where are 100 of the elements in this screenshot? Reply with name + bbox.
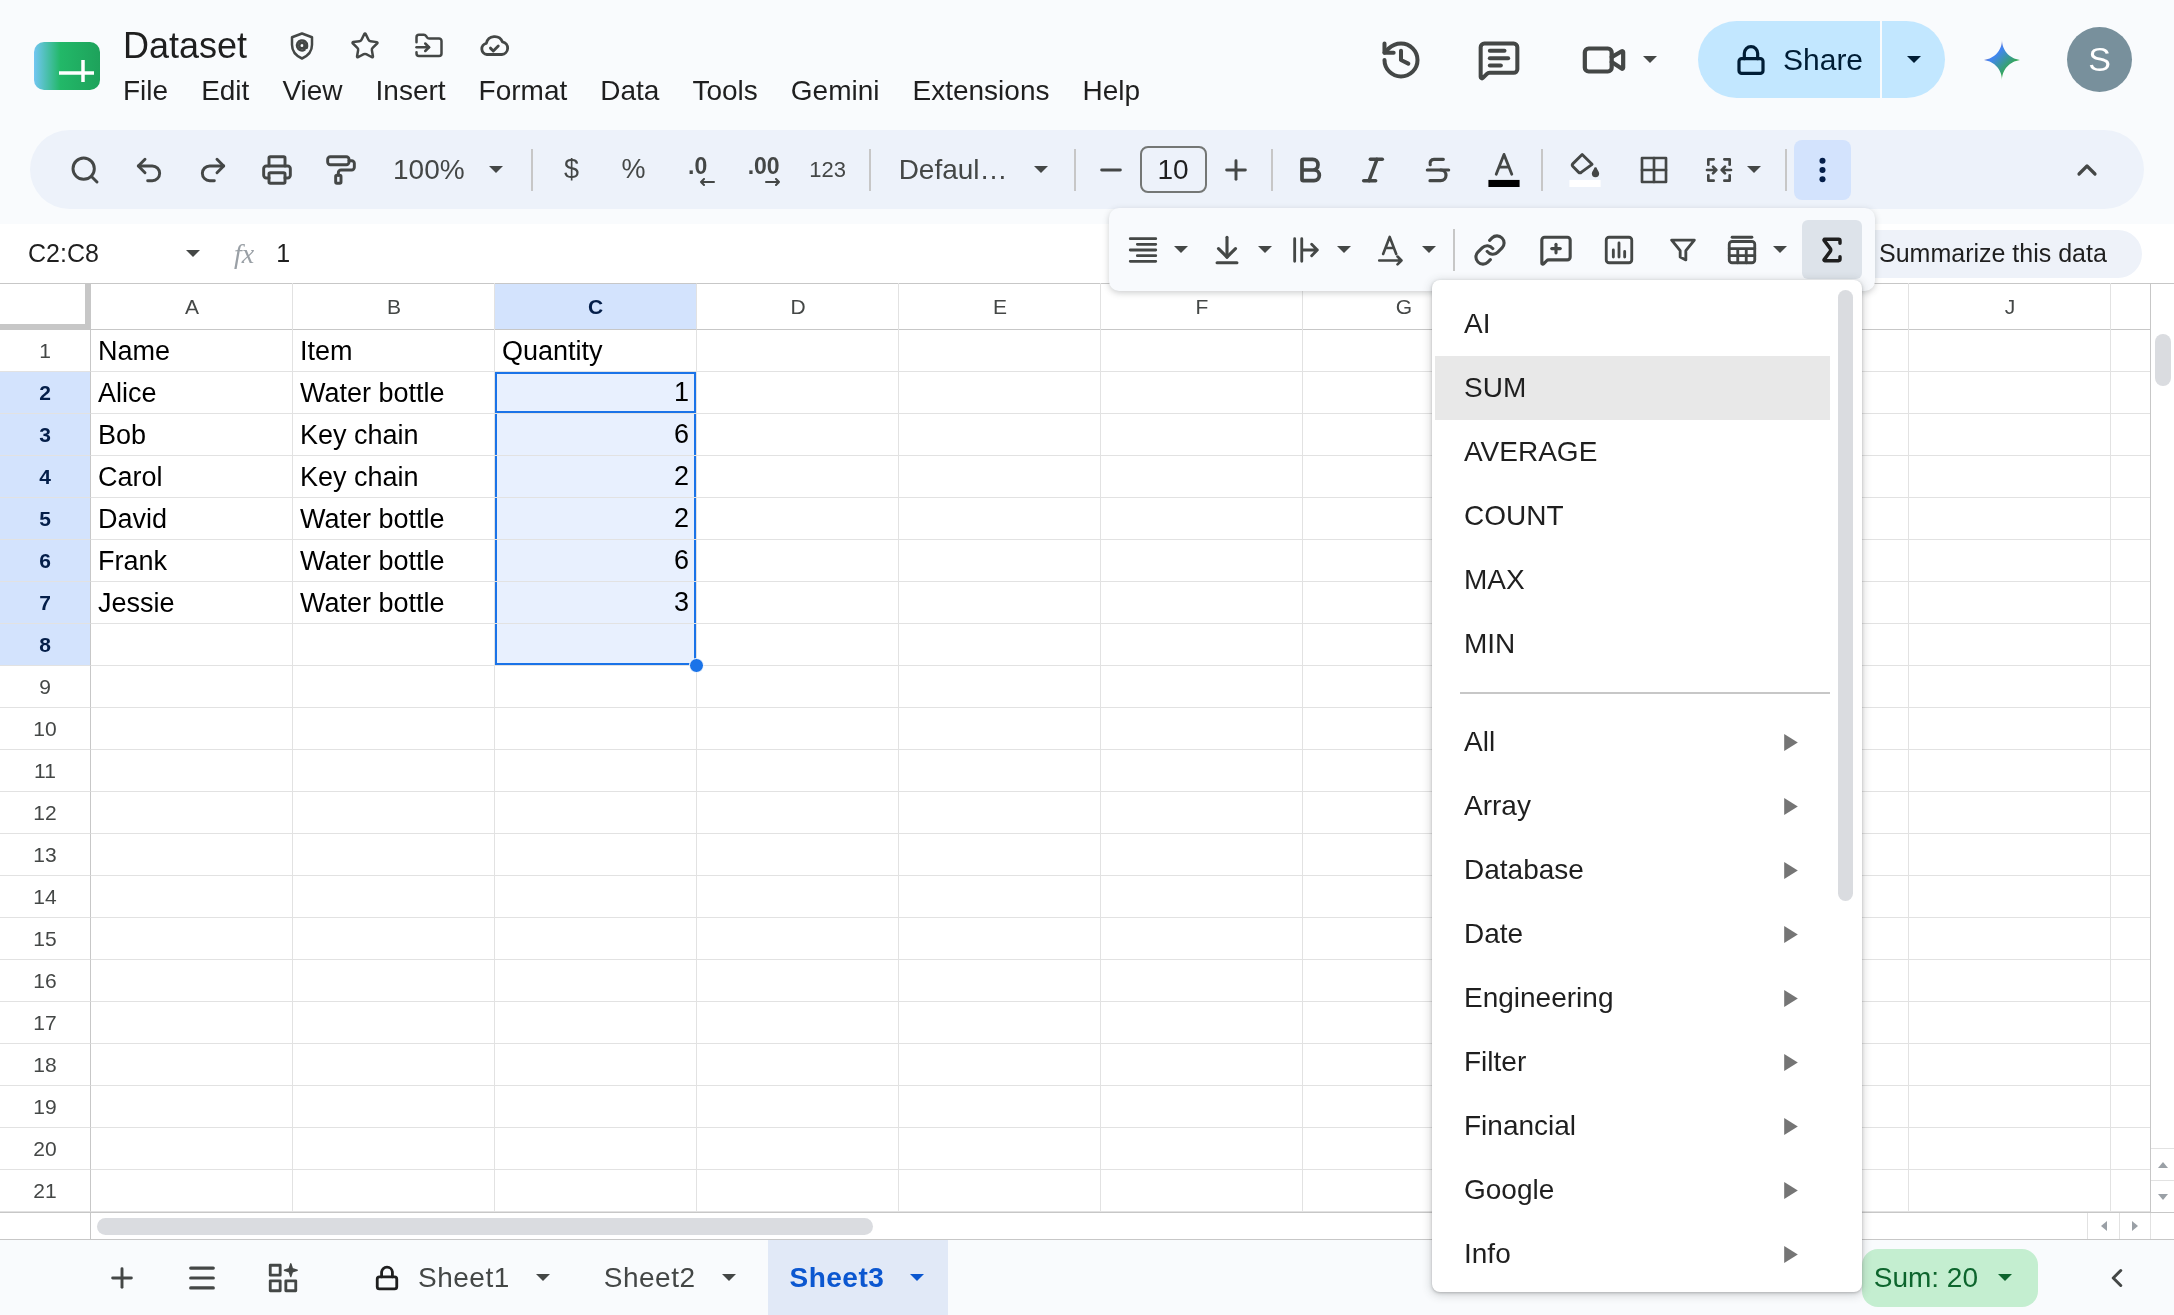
sheet-tab[interactable]: Sheet3: [767, 1240, 949, 1315]
sheet-tab[interactable]: Sheet1: [352, 1240, 574, 1315]
table-cell-text: Water bottle: [299, 502, 446, 536]
scroll-down-icon[interactable]: [2157, 1193, 2168, 1200]
caret-icon: [1033, 166, 1048, 173]
grid-sparkle-icon[interactable]: [266, 1260, 300, 1295]
table-cell-text: Jessie: [97, 586, 176, 620]
scroll-left-icon[interactable]: [2100, 1221, 2107, 1231]
table-cell-text: Alice: [97, 376, 158, 410]
table-cell-text: Name: [97, 334, 172, 368]
column-header[interactable]: E: [899, 283, 1101, 330]
font-size-input[interactable]: 10: [1139, 146, 1207, 193]
scrollbar-thumb[interactable]: [97, 1217, 873, 1235]
share-button[interactable]: Share: [1698, 21, 1880, 98]
column-header[interactable]: A: [91, 283, 293, 330]
caret-icon: [1258, 246, 1272, 253]
table-cell-text: David: [97, 502, 169, 536]
arrow-right-icon: [764, 177, 781, 186]
row-header[interactable]: 3: [0, 414, 91, 456]
app-logo[interactable]: [34, 42, 100, 90]
caret-icon: [1773, 246, 1787, 253]
paint-roller-icon[interactable]: [325, 153, 357, 186]
submenu-arrow-icon: [1784, 797, 1798, 815]
table-cell-text: Bob: [97, 418, 148, 452]
caret-icon: [721, 1274, 736, 1281]
menu-item[interactable]: Format: [478, 73, 568, 109]
scroll-up-icon[interactable]: [2157, 1161, 2168, 1168]
column-header[interactable]: C: [495, 283, 697, 330]
row-header[interactable]: 8: [0, 624, 91, 666]
scroll-right-icon[interactable]: [2132, 1221, 2138, 1231]
table-cell-text: Key chain: [299, 460, 420, 494]
row-header[interactable]: 5: [0, 498, 91, 540]
menu-item[interactable]: Data: [600, 73, 660, 109]
caret-icon: [535, 1274, 550, 1281]
caret-icon: [186, 250, 200, 257]
table-cell: 2: [495, 498, 697, 540]
column-header[interactable]: J: [1909, 283, 2111, 330]
menu-item[interactable]: File: [123, 73, 169, 109]
more-options-button[interactable]: [1793, 139, 1851, 200]
menu-item[interactable]: Edit: [201, 73, 250, 109]
format-button[interactable]: $: [548, 146, 595, 193]
caret-icon: [1643, 56, 1657, 63]
menu-item[interactable]: Tools: [692, 73, 758, 109]
menu-item[interactable]: SUM: [1435, 356, 1830, 420]
decrease-decimal-button[interactable]: .0: [672, 146, 723, 193]
table-cell-text: Quantity: [501, 334, 604, 368]
menu-item[interactable]: Help: [1082, 73, 1141, 109]
submenu-arrow-icon: [1784, 925, 1798, 943]
submenu-arrow-icon: [1784, 1181, 1798, 1199]
zoom-dropdown[interactable]: 100%: [382, 146, 513, 193]
submenu-arrow-icon: [1784, 1117, 1798, 1135]
document-title[interactable]: Dataset: [123, 24, 248, 68]
functions-button[interactable]: [1802, 220, 1862, 279]
submenu-arrow-icon: [1784, 989, 1798, 1007]
increase-decimal-button[interactable]: .00: [736, 146, 791, 193]
scrollbar-thumb[interactable]: [2154, 334, 2171, 386]
table-cell-text: Water bottle: [299, 586, 446, 620]
row-header[interactable]: 6: [0, 540, 91, 582]
summary-chip[interactable]: Sum: 20: [1861, 1248, 2038, 1307]
column-header[interactable]: B: [293, 283, 495, 330]
row-header[interactable]: 4: [0, 456, 91, 498]
caret-icon: [488, 166, 503, 173]
printer-icon[interactable]: [261, 153, 293, 186]
scrollbar-thumb[interactable]: [1838, 290, 1853, 901]
table-cell-text: Water bottle: [299, 376, 446, 410]
menu-item[interactable]: View: [282, 73, 343, 109]
table-cell: 2: [495, 456, 697, 498]
caret-icon: [1998, 1274, 2012, 1281]
table-cell-text: Water bottle: [299, 544, 446, 578]
formula-label: fx: [234, 236, 255, 271]
suggestion-chip[interactable]: Summarize this data: [1875, 230, 2142, 278]
fill-handle[interactable]: [689, 658, 704, 673]
lock-icon: [1735, 43, 1767, 76]
caret-icon: [1174, 246, 1188, 253]
formula-input[interactable]: 1: [276, 230, 1077, 277]
row-header[interactable]: 7: [0, 582, 91, 624]
caret-icon: [1337, 246, 1351, 253]
column-header[interactable]: D: [697, 283, 899, 330]
table-cell: 6: [495, 414, 697, 456]
table-cell-text: Carol: [97, 460, 164, 494]
table-cell: 6: [495, 540, 697, 582]
format-button[interactable]: 123: [802, 146, 853, 193]
arrow-left-icon: [698, 177, 715, 186]
caret-icon: [910, 1274, 925, 1281]
font-dropdown[interactable]: Defaul…: [886, 146, 1058, 193]
table-cell: 1: [495, 372, 697, 414]
caret-icon: [1746, 166, 1761, 173]
table-cell: 3: [495, 582, 697, 624]
name-box[interactable]: C2:C8: [14, 230, 200, 277]
row-header[interactable]: 2: [0, 372, 91, 414]
star-icon[interactable]: [350, 31, 381, 61]
menu-item[interactable]: Gemini: [790, 73, 880, 109]
menu-item[interactable]: Extensions: [912, 73, 1050, 109]
sheet-tab[interactable]: Sheet2: [581, 1240, 760, 1315]
caret-icon: [1422, 246, 1436, 253]
menu-item[interactable]: Insert: [375, 73, 446, 109]
format-button[interactable]: %: [610, 146, 657, 193]
caret-icon: [1906, 56, 1921, 63]
link-icon[interactable]: [1473, 232, 1507, 267]
table-cell-text: Key chain: [299, 418, 420, 452]
